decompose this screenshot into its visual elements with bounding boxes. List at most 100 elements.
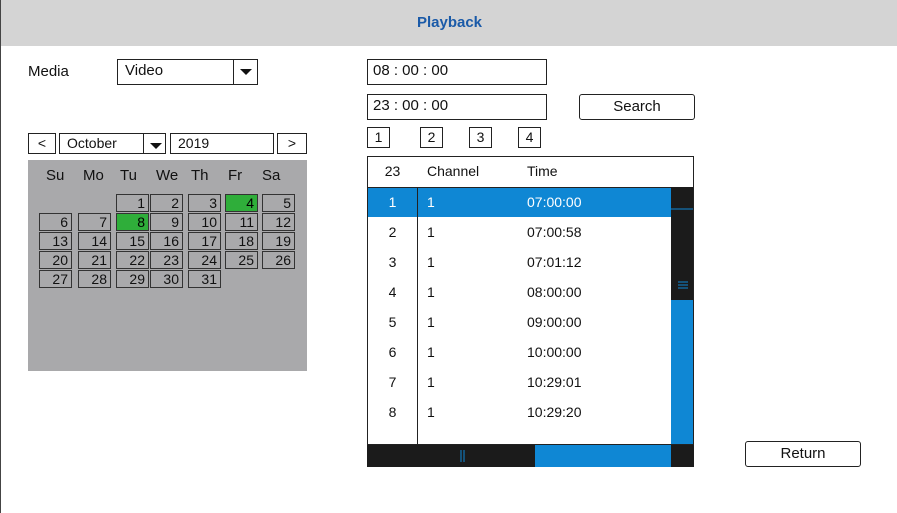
calendar-day[interactable]: 31: [188, 270, 221, 288]
calendar-day[interactable]: 4: [225, 194, 258, 212]
row-time-cell: 07:01:12: [527, 254, 582, 270]
calendar-day[interactable]: 3: [188, 194, 221, 212]
calendar-day[interactable]: 30: [150, 270, 183, 288]
scroll-grip-icon: [671, 208, 693, 289]
title-bar: Playback: [1, 0, 897, 46]
row-time-cell: 10:00:00: [527, 344, 582, 360]
chevron-down-icon[interactable]: [143, 134, 165, 153]
media-select-value: Video: [125, 62, 164, 79]
row-index-cell: 1: [388, 194, 397, 210]
row-channel-cell: 1: [427, 404, 435, 420]
chevron-down-icon[interactable]: [233, 60, 257, 84]
row-channel-cell: 1: [427, 344, 435, 360]
weekday-label: Su: [46, 167, 65, 184]
calendar-day[interactable]: 15: [116, 232, 149, 250]
row-channel-cell: 1: [427, 284, 435, 300]
calendar-day[interactable]: 29: [116, 270, 149, 288]
prev-month-button[interactable]: <: [28, 133, 56, 154]
calendar-day[interactable]: 28: [78, 270, 111, 288]
row-channel-cell: 1: [427, 194, 435, 210]
playback-window: Playback Media Video < October 2019 > Su…: [0, 0, 897, 513]
calendar-day[interactable]: 14: [78, 232, 111, 250]
search-button[interactable]: Search: [579, 94, 695, 120]
table-row[interactable]: 1 1 07:00:00: [368, 187, 671, 217]
results-table: 23 Channel Time 1 1 07:00:00 2 1 07:00:58 3 1 07…: [367, 156, 694, 445]
month-select-value: October: [67, 135, 117, 151]
media-label: Media: [28, 63, 69, 80]
calendar-day[interactable]: 10: [188, 213, 221, 231]
row-time-cell: 10:29:20: [527, 404, 582, 420]
table-row[interactable]: 8 1 10:29:20: [368, 397, 671, 427]
calendar-day[interactable]: 13: [39, 232, 72, 250]
calendar-day[interactable]: 7: [78, 213, 111, 231]
calendar-day[interactable]: 22: [116, 251, 149, 269]
column-divider: [417, 187, 418, 444]
weekday-label: Tu: [120, 167, 137, 184]
row-time-cell: 07:00:00: [527, 194, 582, 210]
calendar-day[interactable]: 21: [78, 251, 111, 269]
calendar-day[interactable]: 9: [150, 213, 183, 231]
scroll-grip-icon: [460, 450, 465, 462]
calendar-day[interactable]: 16: [150, 232, 183, 250]
table-row[interactable]: 7 1 10:29:01: [368, 367, 671, 397]
header-divider: [368, 187, 671, 188]
calendar-day[interactable]: 2: [150, 194, 183, 212]
table-row[interactable]: 5 1 09:00:00: [368, 307, 671, 337]
calendar-day[interactable]: 27: [39, 270, 72, 288]
calendar-day[interactable]: 25: [225, 251, 258, 269]
channel-header: Channel: [427, 163, 480, 179]
calendar-day[interactable]: 26: [262, 251, 295, 269]
start-time-field[interactable]: 08 : 00 : 00: [367, 59, 547, 85]
calendar-day[interactable]: 19: [262, 232, 295, 250]
row-index-cell: 8: [388, 404, 397, 420]
table-row[interactable]: 4 1 08:00:00: [368, 277, 671, 307]
row-index-cell: 4: [388, 284, 397, 300]
calendar-day[interactable]: 6: [39, 213, 72, 231]
year-field[interactable]: 2019: [170, 133, 274, 154]
calendar-day[interactable]: 12: [262, 213, 295, 231]
table-row[interactable]: 3 1 07:01:12: [368, 247, 671, 277]
row-index-cell: 2: [388, 224, 397, 240]
calendar-day[interactable]: 20: [39, 251, 72, 269]
time-header: Time: [527, 163, 558, 179]
vertical-scrollbar[interactable]: [671, 187, 693, 444]
next-month-button[interactable]: >: [277, 133, 307, 154]
weekday-label: Th: [191, 167, 209, 184]
row-index-cell: 3: [388, 254, 397, 270]
calendar-day[interactable]: 17: [188, 232, 221, 250]
channel-1-button[interactable]: 1: [367, 127, 390, 148]
calendar-day[interactable]: 18: [225, 232, 258, 250]
row-channel-cell: 1: [427, 314, 435, 330]
calendar-day[interactable]: 24: [188, 251, 221, 269]
row-channel-cell: 1: [427, 254, 435, 270]
weekday-label: Fr: [228, 167, 243, 184]
calendar-grid: Su Mo Tu We Th Fr Sa 1 2 3 4 5 6 7 8 9 10 11 12 13 14 15 16 17…: [28, 160, 307, 371]
channel-3-button[interactable]: 3: [469, 127, 492, 148]
table-row[interactable]: 6 1 10:00:00: [368, 337, 671, 367]
channel-2-button[interactable]: 2: [420, 127, 443, 148]
calendar-day[interactable]: 8: [116, 213, 149, 231]
table-row[interactable]: 2 1 07:00:58: [368, 217, 671, 247]
row-index-cell: 7: [388, 374, 397, 390]
calendar-day[interactable]: 1: [116, 194, 149, 212]
row-channel-cell: 1: [427, 374, 435, 390]
calendar-day[interactable]: 11: [225, 213, 258, 231]
calendar-day[interactable]: 5: [262, 194, 295, 212]
horizontal-scroll-thumb[interactable]: [535, 445, 671, 467]
weekday-label: Sa: [262, 167, 281, 184]
vertical-scroll-thumb[interactable]: [671, 300, 693, 444]
row-time-cell: 10:29:01: [527, 374, 582, 390]
row-time-cell: 09:00:00: [527, 314, 582, 330]
channel-4-button[interactable]: 4: [518, 127, 541, 148]
row-time-cell: 07:00:58: [527, 224, 582, 240]
media-select[interactable]: Video: [117, 59, 258, 85]
row-channel-cell: 1: [427, 224, 435, 240]
return-button[interactable]: Return: [745, 441, 861, 467]
end-time-field[interactable]: 23 : 00 : 00: [367, 94, 547, 120]
count-header: 23: [384, 163, 401, 179]
calendar-day[interactable]: 23: [150, 251, 183, 269]
month-select[interactable]: October: [59, 133, 166, 154]
row-index-cell: 6: [388, 344, 397, 360]
horizontal-scrollbar[interactable]: [367, 445, 694, 467]
weekday-label: Mo: [83, 167, 104, 184]
